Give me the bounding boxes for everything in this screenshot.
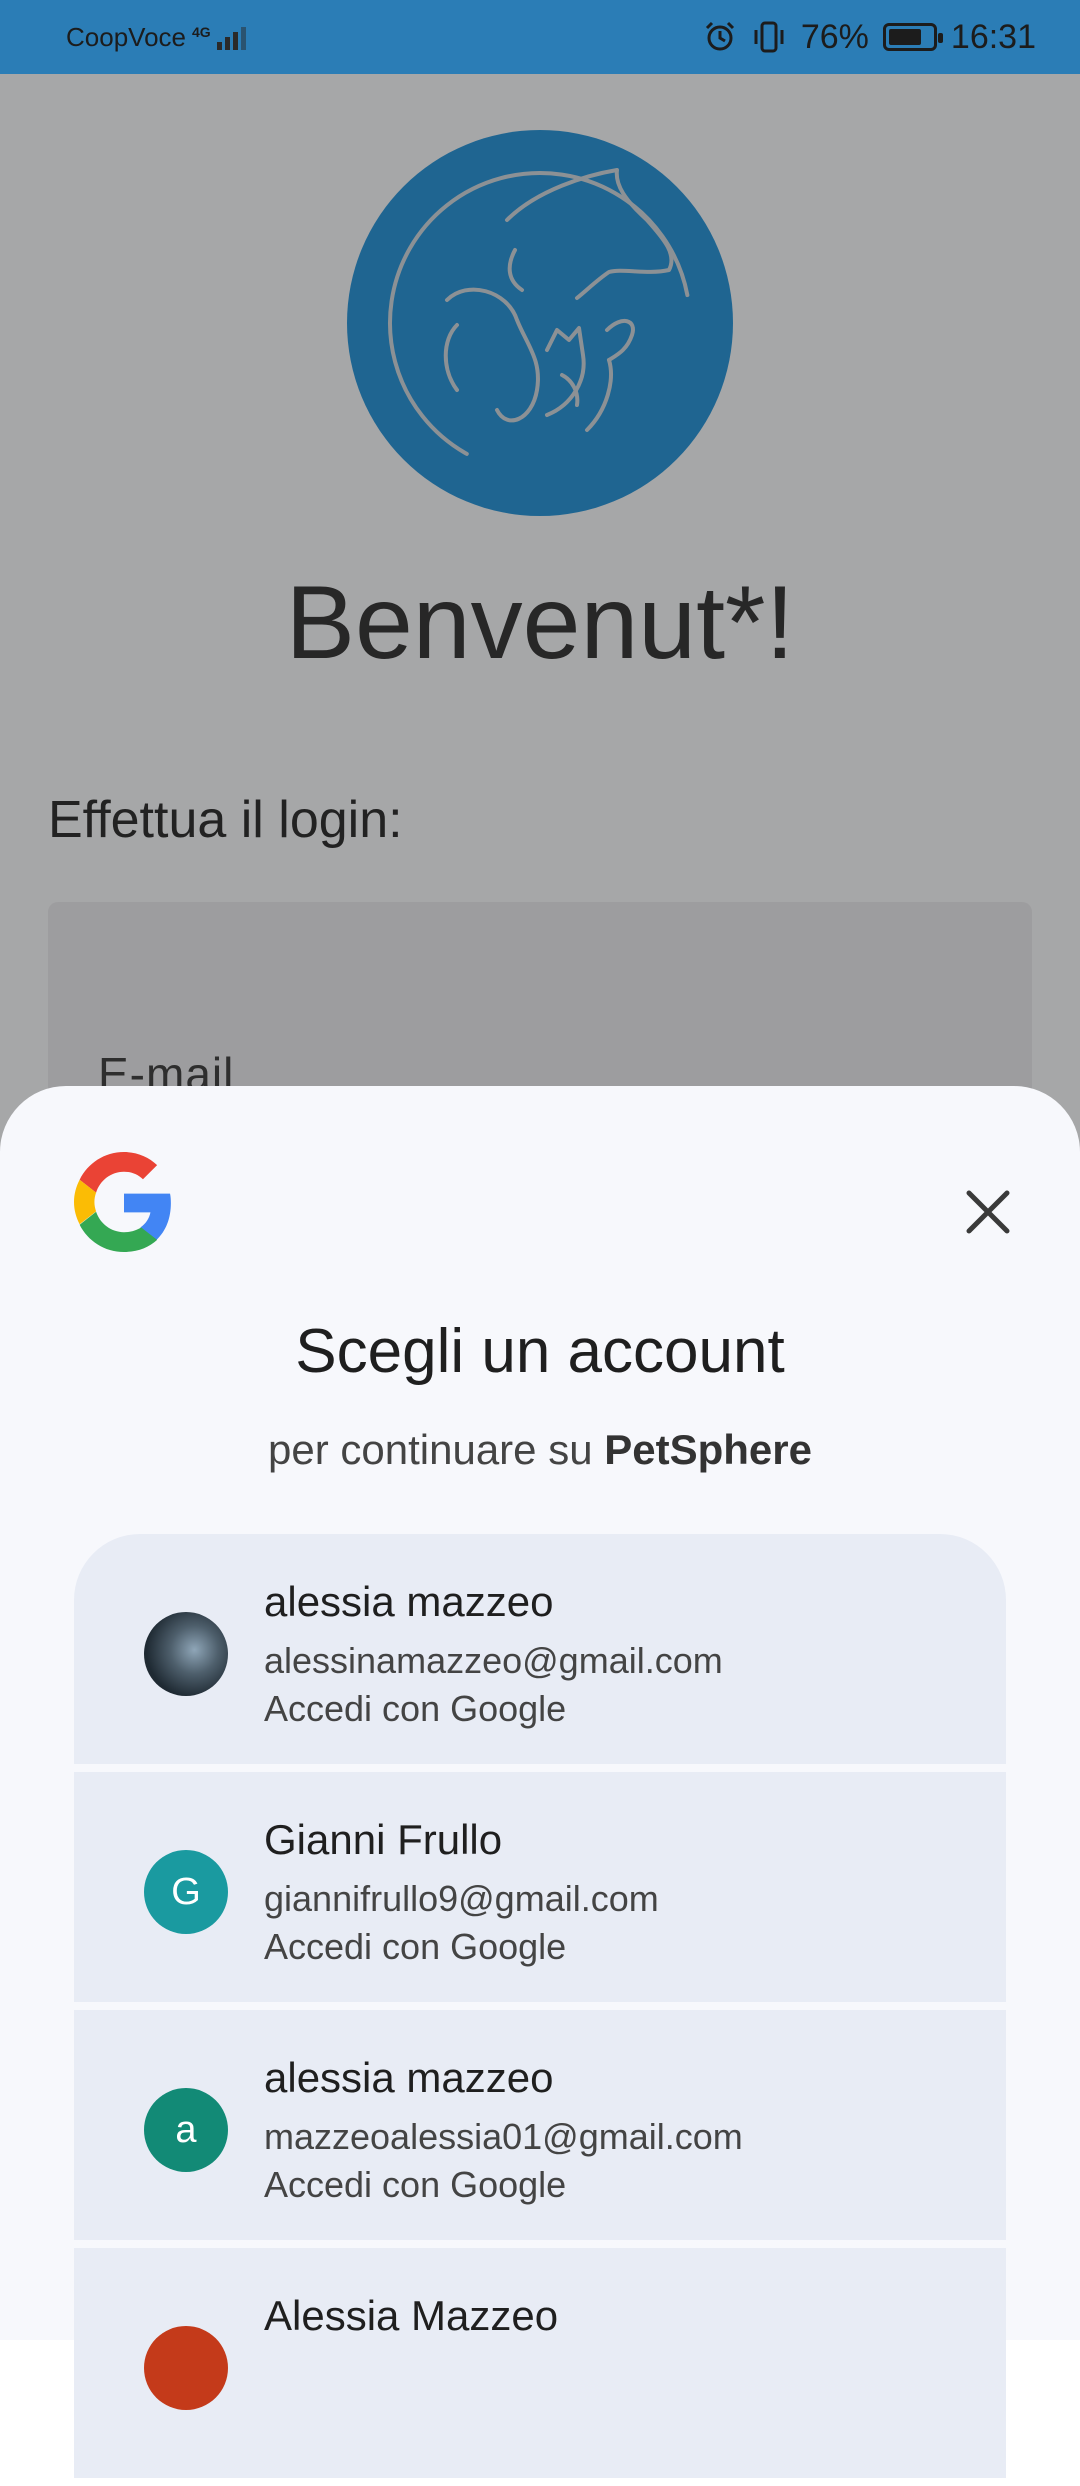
sheet-subtitle: per continuare su PetSphere [0, 1426, 1080, 1474]
account-item[interactable]: G Gianni Frullo giannifrullo9@gmail.com … [74, 1772, 1006, 2002]
account-name: Gianni Frullo [264, 1816, 503, 1863]
account-name: Alessia Mazzeo [264, 2292, 559, 2339]
avatar [144, 1612, 228, 1696]
account-item[interactable]: a alessia mazzeo mazzeoalessia01@gmail.c… [74, 2010, 1006, 2240]
sheet-title: Scegli un account [295, 1317, 785, 1386]
account-action: Accedi con Google [264, 2164, 567, 2205]
account-item[interactable]: alessia mazzeo alessinamazzeo@gmail.com … [74, 1534, 1006, 1764]
account-chooser-sheet: Scegli un account per continuare su PetS… [0, 1086, 1080, 2478]
network-type: 4G [191, 23, 211, 40]
battery-icon [882, 23, 943, 51]
account-name: alessia mazzeo [264, 2054, 554, 2101]
google-logo-icon [74, 1152, 171, 1252]
app-name: PetSphere [604, 1426, 812, 1473]
status-bar: CoopVoce 4G 76% 16:31 [0, 0, 1080, 74]
status-left: CoopVoce 4G [66, 22, 246, 53]
clock: 16:31 [950, 17, 1036, 56]
carrier-name: CoopVoce [66, 21, 186, 52]
account-email: mazzeoalessia01@gmail.com [264, 2116, 743, 2157]
avatar: G [144, 1850, 228, 1934]
close-button[interactable] [950, 1174, 1026, 1250]
account-name: alessia mazzeo [264, 1578, 554, 1625]
account-email: alessinamazzeo@gmail.com [264, 1640, 723, 1681]
vibrate-icon [754, 21, 784, 53]
subtitle-prefix: per continuare su [268, 1426, 593, 1473]
account-email: giannifrullo9@gmail.com [264, 1878, 659, 1919]
account-list: alessia mazzeo alessinamazzeo@gmail.com … [74, 1534, 1006, 2486]
status-right: 76% 16:31 [703, 18, 1036, 57]
account-action: Accedi con Google [264, 1926, 567, 1967]
account-action: Accedi con Google [264, 1688, 567, 1729]
account-item[interactable]: Alessia Mazzeo [74, 2248, 1006, 2478]
avatar [144, 2326, 228, 2410]
avatar: a [144, 2088, 228, 2172]
signal-icon [216, 24, 246, 50]
alarm-icon [705, 21, 734, 51]
battery-percent: 76% [800, 17, 869, 56]
close-icon [966, 1190, 1010, 1234]
